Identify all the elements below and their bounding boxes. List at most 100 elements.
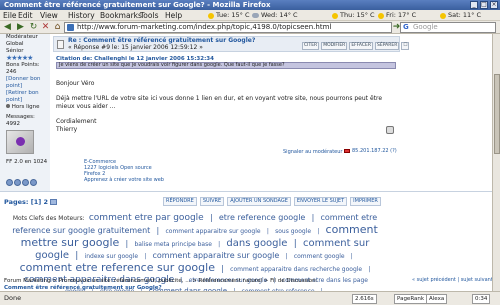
give-point-link[interactable]: [Donner bon point]	[6, 76, 40, 89]
weather-tue[interactable]: Tue: 15° C	[208, 10, 249, 21]
menu-help[interactable]: Help	[165, 11, 182, 20]
topic-prev-next[interactable]: « sujet précédent | sujet suivant »	[412, 277, 497, 283]
clock: 0:34	[472, 294, 491, 304]
go-up-icon[interactable]	[50, 199, 58, 205]
follow-button[interactable]: SUIVRE	[199, 197, 225, 206]
close-icon[interactable]: ×	[490, 1, 498, 9]
send-topic-button[interactable]: ENVOYER LE SUJET	[293, 197, 348, 206]
sig-link-website[interactable]: Apprenez à créer votre site web	[84, 177, 164, 183]
url-text: http://www.forum-marketing.com/index.php…	[77, 23, 332, 31]
tag-cloud-label: Mots Clefs des Moteurs:	[12, 215, 85, 222]
add-poll-button[interactable]: AJOUTER UN SONDAGE	[227, 197, 291, 206]
tag-link[interactable]: balise meta principe base	[134, 241, 211, 248]
report-icon[interactable]	[386, 126, 394, 134]
search-placeholder: Google	[413, 23, 438, 31]
window-title: Comment être référencé gratuitement sur …	[4, 1, 271, 9]
weather-wed[interactable]: Wed: 14° C	[252, 10, 298, 21]
tag-link[interactable]: comment etre reference sur google	[20, 261, 215, 274]
menu-bookmarks[interactable]: Bookmarks	[100, 11, 142, 20]
tag-link[interactable]: comment etre par google	[89, 213, 204, 223]
topic-buttons: RÉPONDRE SUIVRE AJOUTER UN SONDAGE ENVOY…	[163, 197, 381, 206]
reply-button[interactable]: RÉPONDRE	[163, 197, 197, 206]
stop-icon[interactable]: ✕	[40, 22, 51, 33]
profile-icon[interactable]	[6, 179, 13, 186]
sun-icon	[440, 12, 446, 19]
user-status: Hors ligne	[6, 104, 50, 111]
scrollbar-thumb[interactable]	[494, 74, 500, 154]
report-moderator-link[interactable]: Signaler au modérateur	[283, 149, 342, 155]
tag-separator: |	[317, 228, 320, 235]
sun-icon	[378, 12, 384, 19]
tag-link[interactable]: sous google	[275, 228, 311, 235]
tag-link[interactable]: dans google	[226, 238, 287, 249]
post-greeting: Bonjour Véro	[56, 80, 95, 87]
tag-link[interactable]: indexe sur google	[85, 253, 138, 260]
minimize-icon[interactable]: _	[470, 1, 478, 9]
tag-link[interactable]: etre reference google	[219, 213, 305, 222]
sun-icon	[332, 12, 338, 19]
menu-view[interactable]: View	[40, 11, 58, 20]
menu-bar: Eile Edit View History Bookmarks Tools H…	[0, 10, 500, 21]
weather-sat[interactable]: Sat: 11° C	[440, 10, 481, 21]
tag-link[interactable]: comment apparaitre sur google	[165, 228, 260, 235]
edit-button[interactable]: MODIFIER	[321, 42, 348, 50]
user-rank: Modérateur Global	[6, 34, 38, 47]
tag-link[interactable]: comment apparaitre sur google	[153, 251, 280, 260]
select-checkbox[interactable]: ☐	[401, 42, 410, 50]
tag-separator: |	[285, 253, 288, 260]
weather-fri[interactable]: Fri: 17° C	[378, 10, 416, 21]
post-header: Re : Comment être référencé gratuitement…	[53, 36, 410, 52]
pm-icon[interactable]	[30, 179, 37, 186]
print-button[interactable]: IMPRIMER	[350, 197, 381, 206]
email-icon[interactable]	[22, 179, 29, 186]
vertical-scrollbar[interactable]	[492, 34, 500, 291]
tag-separator: |	[75, 251, 79, 261]
delete-button[interactable]: EFFACER	[349, 42, 374, 50]
alexa-widget[interactable]: Alexa	[426, 294, 448, 304]
breadcrumb: Forum Marketing > Promouvoir un site: ré…	[4, 278, 317, 291]
website-icon[interactable]	[14, 179, 21, 186]
split-button[interactable]: SÉPARER	[375, 42, 400, 50]
breadcrumb-path[interactable]: Forum Marketing > Promouvoir un site: ré…	[4, 278, 317, 285]
ip-icon	[344, 149, 350, 153]
status-text: Done	[4, 294, 22, 302]
tag-separator: |	[156, 226, 160, 235]
post-icon	[57, 40, 64, 49]
remove-point-link[interactable]: [Retirer bon point]	[6, 90, 39, 103]
tag-separator: |	[311, 213, 315, 222]
tag-separator: |	[368, 266, 371, 273]
user-points: Bons Points: 246	[6, 62, 40, 75]
user-contact-icons	[6, 179, 37, 186]
tag-link[interactable]: comment google	[294, 253, 345, 260]
back-icon[interactable]: ◀	[2, 22, 13, 33]
sun-icon	[208, 12, 214, 19]
rank-stars-icon: ★★★★★	[6, 54, 33, 62]
forward-icon[interactable]: ▶	[15, 22, 26, 33]
menu-history[interactable]: History	[68, 11, 95, 20]
quote-button[interactable]: CITER	[302, 42, 320, 50]
pagerank-widget[interactable]: PageRank	[394, 294, 428, 304]
tag-separator: |	[209, 213, 213, 222]
menu-edit[interactable]: Edit	[18, 11, 33, 20]
cloud-icon	[252, 13, 259, 18]
tag-separator: |	[144, 253, 147, 260]
home-icon[interactable]: ⌂	[52, 22, 63, 33]
tag-separator: |	[218, 241, 221, 248]
search-input[interactable]: G Google	[400, 22, 496, 33]
pagination: Pages: [1] 2	[4, 198, 58, 206]
avatar	[6, 130, 34, 154]
divider	[0, 191, 500, 192]
weather-thu[interactable]: Thu: 15° C	[332, 10, 375, 21]
nav-toolbar: ◀ ▶ ↻ ✕ ⌂ http://www.forum-marketing.com…	[0, 21, 500, 34]
tag-separator: |	[293, 239, 297, 249]
maximize-icon[interactable]: □	[480, 1, 488, 9]
post-actions: CITER MODIFIER EFFACER SÉPARER ☐	[302, 42, 410, 50]
reload-icon[interactable]: ↻	[28, 22, 39, 33]
menu-tools[interactable]: Tools	[140, 11, 158, 20]
quote-block: Je viens de créer un site que je voudrai…	[56, 62, 396, 69]
tag-link[interactable]: comment apparaitre dans recherche google	[230, 266, 362, 273]
menu-file[interactable]: Eile	[3, 11, 17, 20]
offline-icon	[6, 104, 10, 108]
window-titlebar: Comment être référencé gratuitement sur …	[0, 0, 500, 10]
url-bar[interactable]: http://www.forum-marketing.com/index.php…	[64, 22, 392, 33]
